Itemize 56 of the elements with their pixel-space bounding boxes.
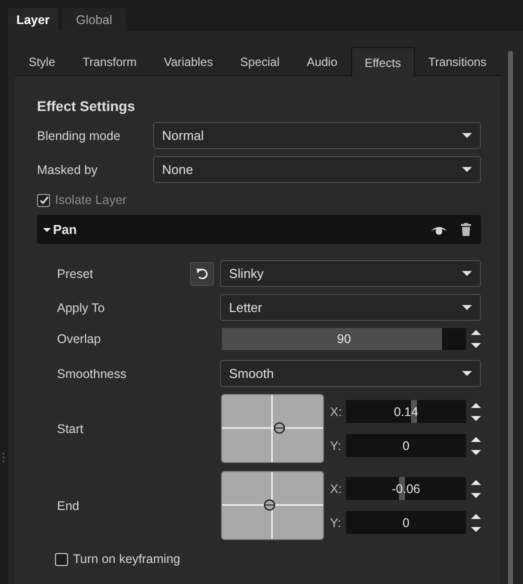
spinner-arrows-icon[interactable] [471, 402, 481, 420]
spinner-arrows-icon[interactable] [471, 330, 481, 348]
tab[interactable]: Style [15, 47, 69, 76]
caret-icon [462, 167, 472, 172]
number-field[interactable]: 0.14 [346, 400, 466, 423]
field-label: Apply To [57, 300, 106, 314]
dropdown[interactable]: Normal [153, 122, 481, 149]
tab[interactable]: Layer [8, 8, 58, 31]
dropdown[interactable]: Letter [220, 294, 481, 321]
caret-icon [462, 305, 472, 310]
field-label: Start [57, 422, 84, 436]
reset-button[interactable] [190, 262, 214, 286]
effect-header[interactable]: Pan [37, 215, 481, 244]
field-label: Blending mode [37, 128, 122, 142]
section-title: Effect Settings [37, 98, 136, 114]
position-pad[interactable] [221, 394, 324, 463]
trash-icon[interactable] [461, 223, 471, 236]
tab[interactable]: Audio [293, 47, 351, 76]
number-field[interactable]: -0.06 [346, 477, 466, 500]
field-label: End [57, 498, 80, 512]
tab[interactable]: Global [62, 8, 126, 31]
field-label: Smoothness [57, 366, 128, 380]
caret-icon [462, 271, 472, 276]
spinner-arrows-icon[interactable] [471, 480, 481, 498]
field-label: Preset [57, 266, 94, 280]
dropdown[interactable]: Slinky [220, 260, 481, 287]
axis-label: Y: [330, 516, 342, 530]
effect-name: Pan [53, 222, 78, 237]
dropdown[interactable]: Smooth [220, 360, 481, 387]
tab[interactable]: Transitions [414, 47, 500, 76]
spinner-arrows-icon[interactable] [471, 514, 481, 532]
field-label: Overlap [57, 332, 102, 346]
checkbox-label: Turn on keyframing [73, 552, 180, 566]
checkbox-label: Isolate Layer [55, 193, 127, 207]
tab[interactable]: Variables [150, 47, 227, 76]
eye-icon[interactable] [431, 224, 447, 235]
caret-icon [462, 133, 472, 138]
number-field[interactable]: 0 [346, 434, 466, 457]
checkbox[interactable] [55, 552, 68, 566]
spinner-arrows-icon[interactable] [471, 436, 481, 454]
tab[interactable]: Effects [350, 47, 415, 77]
axis-label: X: [330, 482, 343, 496]
caret-icon [462, 371, 472, 376]
reset-icon [196, 267, 208, 280]
axis-label: X: [330, 404, 343, 418]
position-pad[interactable] [221, 471, 324, 540]
resize-grip-icon[interactable] [2, 452, 5, 463]
caret-icon[interactable] [43, 226, 52, 234]
axis-label: Y: [330, 438, 342, 452]
field-label: Masked by [37, 162, 98, 176]
dropdown[interactable]: None [153, 156, 481, 183]
slider[interactable]: 90 [222, 328, 466, 350]
tab[interactable]: Special [226, 47, 294, 76]
number-field[interactable]: 0 [346, 511, 466, 534]
tab[interactable]: Transform [68, 47, 150, 76]
scrollbar[interactable] [508, 51, 513, 584]
